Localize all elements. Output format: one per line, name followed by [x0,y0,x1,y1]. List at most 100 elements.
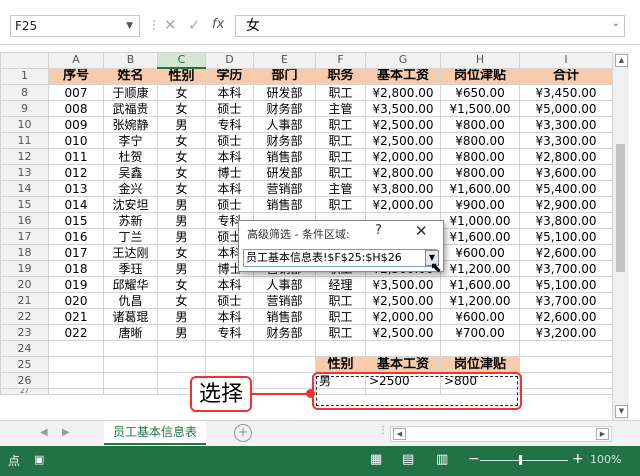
data-cell[interactable]: 女 [157,100,206,117]
data-cell[interactable]: 女 [157,164,206,181]
scroll-up-icon[interactable]: ▲ [615,54,628,67]
data-cell[interactable]: ¥900.00 [440,196,520,213]
criteria-header-cell[interactable]: 岗位津贴 [440,356,520,373]
data-cell[interactable]: 009 [48,116,104,133]
data-cell[interactable]: 硕士 [205,100,254,117]
data-cell[interactable]: ¥5,400.00 [519,180,613,197]
row-number[interactable]: 19 [0,260,49,277]
data-cell[interactable]: ¥3,600.00 [519,164,613,181]
row-number[interactable]: 27 [0,388,49,395]
data-cell[interactable]: ¥2,500.00 [365,132,441,149]
row-number[interactable]: 11 [0,132,49,149]
data-cell[interactable]: ¥5,100.00 [519,228,613,245]
criteria-header-cell[interactable]: 性别 [315,356,366,373]
empty-cell[interactable] [103,388,158,395]
cancel-icon[interactable]: ✕ [164,15,177,35]
close-button[interactable]: ✕ [415,222,428,240]
empty-cell[interactable] [157,340,206,357]
data-cell[interactable]: ¥800.00 [440,116,520,133]
header-cell[interactable]: 学历 [205,67,254,85]
data-cell[interactable]: 010 [48,132,104,149]
data-cell[interactable]: 本科 [205,180,254,197]
data-cell[interactable]: ¥3,300.00 [519,116,613,133]
data-cell[interactable]: 职工 [315,292,366,309]
tab-split-icon[interactable]: ⋮ [378,425,388,436]
data-cell[interactable]: 硕士 [205,132,254,149]
empty-cell[interactable] [519,340,613,357]
empty-cell[interactable] [205,356,254,373]
data-cell[interactable]: 沈安坦 [103,196,158,213]
insert-function-icon[interactable]: fx [212,15,224,35]
data-cell[interactable]: 邱耀华 [103,276,158,293]
zoom-in-icon[interactable]: + [572,451,584,467]
vertical-scrollbar[interactable]: ▲ ▼ [612,52,629,420]
data-cell[interactable]: 020 [48,292,104,309]
tab-employee-info[interactable]: 员工基本信息表 [104,421,206,445]
data-cell[interactable]: 男 [157,228,206,245]
data-cell[interactable]: 013 [48,180,104,197]
data-cell[interactable]: ¥800.00 [440,132,520,149]
data-cell[interactable]: 008 [48,100,104,117]
empty-cell[interactable] [48,388,104,395]
row-number[interactable]: 15 [0,196,49,213]
data-cell[interactable]: ¥2,000.00 [365,148,441,165]
data-cell[interactable]: ¥3,500.00 [365,100,441,117]
zoom-level[interactable]: 100% [590,453,621,466]
data-cell[interactable]: 职工 [315,84,366,101]
data-cell[interactable]: 男 [157,116,206,133]
criteria-header-cell[interactable]: 基本工资 [365,356,441,373]
data-cell[interactable]: 职工 [315,308,366,325]
header-cell[interactable]: 岗位津贴 [440,67,520,85]
data-cell[interactable]: 王达刚 [103,244,158,261]
data-cell[interactable]: 财务部 [253,100,316,117]
help-button[interactable]: ? [375,223,382,238]
header-cell[interactable]: 基本工资 [365,67,441,85]
data-cell[interactable]: 男 [157,196,206,213]
empty-cell[interactable] [205,340,254,357]
data-cell[interactable]: 武福贵 [103,100,158,117]
data-cell[interactable]: 016 [48,228,104,245]
data-cell[interactable]: ¥1,500.00 [440,100,520,117]
data-cell[interactable]: ¥2,800.00 [365,84,441,101]
macro-record-icon[interactable]: ▣ [34,453,44,466]
row-number[interactable]: 10 [0,116,49,133]
data-cell[interactable]: 007 [48,84,104,101]
data-cell[interactable]: 销售部 [253,308,316,325]
data-cell[interactable]: 职工 [315,196,366,213]
data-cell[interactable]: 014 [48,196,104,213]
data-cell[interactable]: 财务部 [253,324,316,341]
data-cell[interactable]: 销售部 [253,148,316,165]
data-cell[interactable]: 张婉静 [103,116,158,133]
data-cell[interactable]: 仇昌 [103,292,158,309]
data-cell[interactable]: ¥2,000.00 [365,196,441,213]
row-number[interactable]: 21 [0,292,49,309]
row-number[interactable]: 26 [0,372,49,389]
header-cell[interactable]: 职务 [315,67,366,85]
data-cell[interactable]: 012 [48,164,104,181]
expand-formula-bar-icon[interactable]: ⌄ [612,18,620,29]
normal-view-icon[interactable]: ▦ [370,452,382,467]
row-number[interactable]: 20 [0,276,49,293]
scroll-left-icon[interactable]: ◀ [393,428,406,440]
data-cell[interactable]: 吴鑫 [103,164,158,181]
row-number[interactable]: 9 [0,100,49,117]
scroll-thumb[interactable] [616,144,625,272]
column-header[interactable]: H [440,52,520,69]
zoom-out-icon[interactable]: − [468,451,480,467]
empty-cell[interactable] [519,372,613,389]
empty-cell[interactable] [103,372,158,389]
empty-cell[interactable] [157,356,206,373]
data-cell[interactable]: 硕士 [205,292,254,309]
header-cell[interactable]: 性别 [157,67,206,85]
empty-cell[interactable] [440,340,520,357]
row-number[interactable]: 16 [0,212,49,229]
empty-cell[interactable] [519,356,613,373]
row-number[interactable]: 13 [0,164,49,181]
column-header[interactable]: A [48,52,104,69]
tab-prev-icon[interactable]: ◀ [40,427,48,438]
column-header[interactable]: C [157,52,206,69]
criteria-range-input[interactable]: 员工基本信息表!$F$25:$H$26 [243,249,437,267]
data-cell[interactable]: 女 [157,84,206,101]
data-cell[interactable]: 专科 [205,116,254,133]
empty-cell[interactable] [253,340,316,357]
